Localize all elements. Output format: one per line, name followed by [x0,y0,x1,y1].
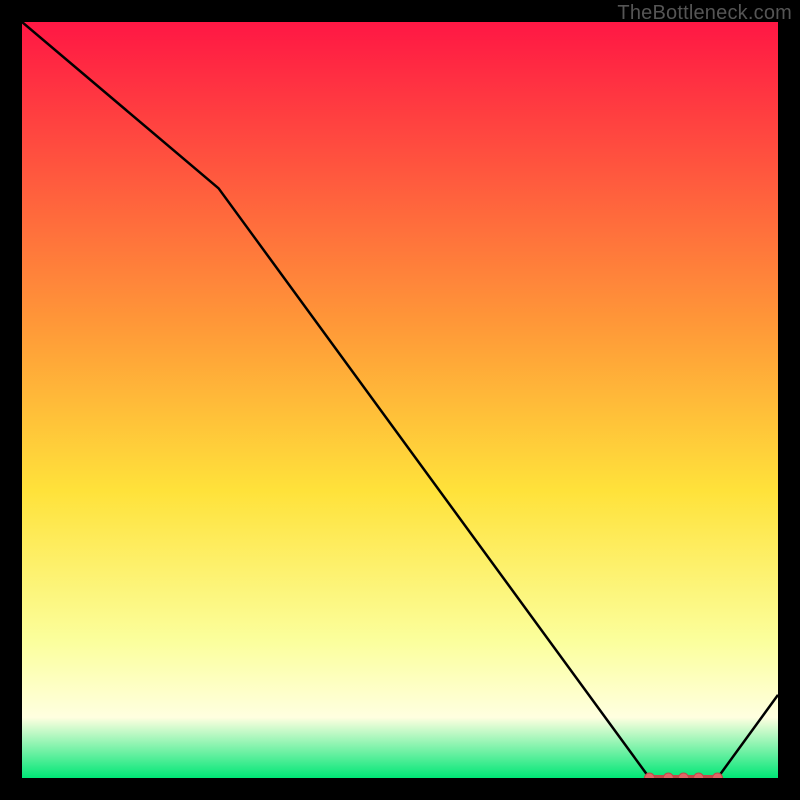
chart-frame: TheBottleneck.com [0,0,800,800]
chart-svg [22,22,778,778]
gradient-background [22,22,778,778]
plot-area [22,22,778,778]
